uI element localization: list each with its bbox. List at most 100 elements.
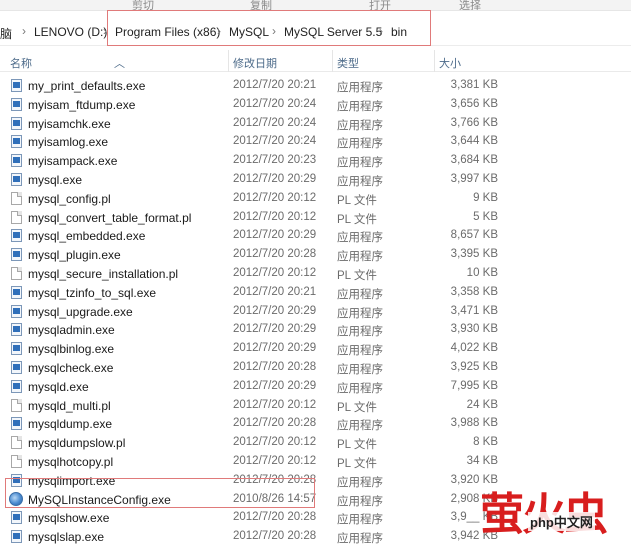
column-date[interactable]: 修改日期 — [233, 55, 277, 71]
file-size: 3,997 KB — [450, 172, 498, 185]
file-type: PL 文件 — [337, 213, 377, 226]
file-name: mysqld.exe — [28, 379, 89, 394]
file-size: 3,381 KB — [450, 79, 498, 91]
file-row[interactable]: my_print_defaults.exe 2012/7/20 20:21 应用程序… — [0, 76, 631, 95]
file-date: 2012/7/20 20:28 — [233, 248, 317, 261]
file-row[interactable]: mysqlcheck.exe 2012/7/20 20:28 应用程序 3,925 K… — [0, 358, 631, 377]
file-name: mysql_config.pl — [28, 191, 111, 206]
file-date: 2012/7/20 20:28 — [233, 360, 317, 373]
file-name: mysql_embedded.exe — [28, 229, 146, 244]
watermark-logo: 萤火虫 php中文网 — [480, 478, 631, 550]
pl-file-icon — [11, 436, 22, 450]
file-type: 应用程序 — [337, 175, 383, 188]
file-type: PL 文件 — [337, 194, 377, 207]
file-row[interactable]: mysql_plugin.exe 2012/7/20 20:28 应用程序 3,395… — [0, 245, 631, 264]
file-date: 2012/7/20 20:12 — [233, 210, 317, 223]
file-row[interactable]: mysqldumpslow.pl 2012/7/20 20:12 PL 文件 8 KB — [0, 433, 631, 452]
file-type: 应用程序 — [337, 533, 383, 546]
file-name: mysqlshow.exe — [28, 511, 110, 526]
file-row[interactable]: mysql_config.pl 2012/7/20 20:12 PL 文件 9 KB — [0, 189, 631, 208]
file-name: mysqlcheck.exe — [28, 360, 114, 375]
watermark-small-text: php中文网 — [528, 512, 595, 531]
file-date: 2012/7/20 20:24 — [233, 135, 317, 148]
file-type: 应用程序 — [337, 119, 383, 132]
file-type: PL 文件 — [337, 457, 377, 470]
file-name: mysql.exe — [28, 172, 83, 187]
exe-icon — [11, 229, 22, 243]
file-type: 应用程序 — [337, 307, 383, 320]
exe-icon — [11, 530, 22, 544]
file-size: 9 KB — [473, 191, 498, 204]
file-date: 2012/7/20 20:12 — [233, 191, 317, 204]
file-row[interactable]: mysqlbinlog.exe 2012/7/20 20:29 应用程序 4,022 … — [0, 339, 631, 358]
file-date: 2012/7/20 20:21 — [233, 79, 317, 91]
file-type: PL 文件 — [337, 439, 377, 452]
file-size: 3,925 KB — [450, 360, 498, 373]
file-row[interactable]: myisampack.exe 2012/7/20 20:23 应用程序 3,684 K… — [0, 151, 631, 170]
column-divider[interactable] — [228, 50, 229, 72]
pl-file-icon — [11, 454, 22, 468]
file-date: 2012/7/20 20:24 — [233, 97, 317, 110]
exe-icon — [11, 342, 22, 356]
file-type: 应用程序 — [337, 82, 383, 94]
file-date: 2012/7/20 20:21 — [233, 285, 317, 298]
file-row[interactable]: myisamlog.exe 2012/7/20 20:24 应用程序 3,644 KB — [0, 132, 631, 151]
file-name: myisamchk.exe — [28, 116, 111, 131]
file-row[interactable]: mysql_embedded.exe 2012/7/20 20:29 应用程序 8,6… — [0, 226, 631, 245]
file-size: 3,358 KB — [450, 285, 498, 298]
breadcrumb-root[interactable]: 脑 — [0, 25, 12, 42]
file-row[interactable]: mysql.exe 2012/7/20 20:29 应用程序 3,997 KB — [0, 170, 631, 189]
column-type[interactable]: 类型 — [337, 55, 359, 71]
file-date: 2012/7/20 20:24 — [233, 116, 317, 129]
file-name: mysqladmin.exe — [28, 323, 115, 338]
file-row[interactable]: mysql_tzinfo_to_sql.exe 2012/7/20 20:21 应用… — [0, 283, 631, 302]
file-type: 应用程序 — [337, 251, 383, 264]
file-size: 8,657 KB — [450, 229, 498, 242]
file-type: 应用程序 — [337, 157, 383, 170]
column-name[interactable]: 名称 — [10, 55, 32, 71]
pl-file-icon — [11, 191, 22, 205]
file-row[interactable]: myisam_ftdump.exe 2012/7/20 20:24 应用程序 3,65… — [0, 95, 631, 114]
file-size: 34 KB — [466, 454, 498, 467]
file-row[interactable]: mysql_secure_installation.pl 2012/7/20 20… — [0, 264, 631, 283]
file-name: mysqldump.exe — [28, 417, 113, 432]
file-date: 2012/7/20 20:29 — [233, 342, 317, 355]
exe-icon — [11, 323, 22, 337]
file-row[interactable]: mysqldump.exe 2012/7/20 20:28 应用程序 3,988 KB — [0, 414, 631, 433]
file-type: 应用程序 — [337, 326, 383, 339]
file-date: 2012/7/20 20:12 — [233, 436, 317, 449]
file-size: 3,684 KB — [450, 154, 498, 167]
file-name: myisampack.exe — [28, 154, 118, 169]
file-size: 8 KB — [473, 436, 498, 449]
column-divider[interactable] — [332, 50, 333, 72]
exe-icon — [11, 360, 22, 374]
file-row[interactable]: mysqld_multi.pl 2012/7/20 20:12 PL 文件 24 KB — [0, 396, 631, 415]
address-highlight-box — [107, 10, 431, 46]
breadcrumb-drive[interactable]: LENOVO (D:) — [34, 25, 107, 39]
exe-icon — [11, 116, 22, 130]
file-row[interactable]: mysqladmin.exe 2012/7/20 20:29 应用程序 3,930 K… — [0, 320, 631, 339]
file-size: 4,022 KB — [450, 342, 498, 355]
file-row[interactable]: mysqlhotcopy.pl 2012/7/20 20:12 PL 文件 34 KB — [0, 452, 631, 471]
file-name: mysqldumpslow.pl — [28, 436, 126, 451]
file-type: PL 文件 — [337, 269, 377, 282]
file-size: 3,930 KB — [450, 323, 498, 336]
file-name: mysql_upgrade.exe — [28, 304, 133, 319]
column-size[interactable]: 大小 — [439, 55, 461, 71]
file-row[interactable]: mysql_convert_table_format.pl 2012/7/20 2… — [0, 208, 631, 227]
file-row[interactable]: mysqld.exe 2012/7/20 20:29 应用程序 7,995 KB — [0, 377, 631, 396]
file-date: 2012/7/20 20:28 — [233, 530, 317, 543]
file-row[interactable]: myisamchk.exe 2012/7/20 20:24 应用程序 3,766 KB — [0, 114, 631, 133]
file-date: 2012/7/20 20:28 — [233, 511, 317, 524]
file-date: 2012/7/20 20:12 — [233, 454, 317, 467]
exe-icon — [11, 511, 22, 525]
file-date: 2012/7/20 20:29 — [233, 229, 317, 242]
watermark-big-text: 萤火虫 — [480, 478, 608, 542]
file-name: mysql_plugin.exe — [28, 248, 121, 263]
column-divider[interactable] — [434, 50, 435, 72]
file-name: my_print_defaults.exe — [28, 79, 146, 93]
ribbon-item-select[interactable]: 选择 — [459, 0, 481, 10]
file-date: 2012/7/20 20:29 — [233, 323, 317, 336]
file-row[interactable]: mysql_upgrade.exe 2012/7/20 20:29 应用程序 3,47… — [0, 302, 631, 321]
file-size: 7,995 KB — [450, 379, 498, 392]
